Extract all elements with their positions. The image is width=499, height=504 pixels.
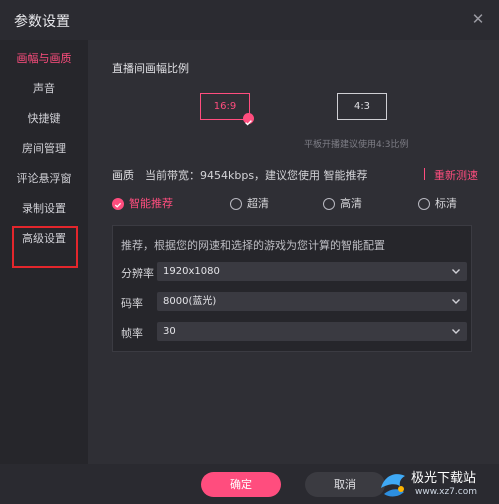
sidebar-item-advanced-settings[interactable]: 高级设置: [0, 224, 88, 254]
close-icon[interactable]: ✕: [469, 10, 487, 28]
watermark-name: 极光下载站: [411, 471, 477, 486]
chevron-down-icon: [452, 329, 460, 334]
ratio-4-3-option[interactable]: 4:3: [337, 93, 387, 120]
sidebar-item-comment-overlay[interactable]: 评论悬浮窗: [0, 164, 88, 194]
sidebar-item-shortcuts[interactable]: 快捷键: [0, 104, 88, 134]
ratio-16-9-option[interactable]: 16:9: [200, 93, 254, 126]
radio-checked-icon: [112, 198, 124, 210]
ratio-section-title: 直播间画幅比例: [112, 62, 189, 75]
ratio-label: 4:3: [353, 101, 371, 112]
confirm-button[interactable]: 确定: [201, 472, 281, 497]
framerate-label: 帧率: [121, 327, 143, 340]
resolution-select[interactable]: 1920x1080: [157, 262, 467, 281]
quality-label: 画质: [112, 169, 134, 182]
radio-label: 高清: [340, 197, 362, 210]
radio-label: 智能推荐: [129, 197, 173, 210]
window-title: 参数设置: [14, 14, 70, 30]
framerate-select[interactable]: 30: [157, 322, 467, 341]
footer: 确定 取消 极光下载站 www.xz7.com: [0, 464, 499, 504]
checkmark-icon: [243, 113, 254, 126]
resolution-label: 分辨率: [121, 267, 154, 280]
watermark-url: www.xz7.com: [415, 487, 477, 497]
sidebar-item-sound[interactable]: 声音: [0, 74, 88, 104]
site-watermark: 极光下载站 www.xz7.com: [375, 464, 499, 504]
select-value: 30: [163, 326, 176, 337]
select-value: 1920x1080: [163, 266, 220, 277]
retest-speed-link[interactable]: 重新测速: [434, 167, 478, 183]
bitrate-label: 码率: [121, 297, 143, 310]
sidebar-item-room-management[interactable]: 房间管理: [0, 134, 88, 164]
radio-unchecked-icon: [323, 198, 335, 210]
panel-description: 推荐，根据您的网速和选择的游戏为您计算的智能配置: [121, 239, 385, 252]
select-value: 8000(蓝光): [163, 296, 217, 307]
radio-unchecked-icon: [418, 198, 430, 210]
sidebar: 画幅与画质 声音 快捷键 房间管理 评论悬浮窗 录制设置 高级设置: [0, 40, 88, 464]
settings-content: 直播间画幅比例 16:9 4:3 平板开播建议使用4:3比例 画质 当前带宽：9…: [88, 40, 499, 464]
smart-config-panel: 推荐，根据您的网速和选择的游戏为您计算的智能配置 分辨率 1920x1080 码…: [112, 225, 472, 352]
sidebar-item-recording-settings[interactable]: 录制设置: [0, 194, 88, 224]
chevron-down-icon: [452, 269, 460, 274]
ratio-label: 16:9: [213, 101, 237, 112]
radio-label: 标清: [435, 197, 457, 210]
bitrate-select[interactable]: 8000(蓝光): [157, 292, 467, 311]
radio-unchecked-icon: [230, 198, 242, 210]
ratio-hint: 平板开播建议使用4:3比例: [304, 140, 409, 150]
quality-row: 画质 当前带宽：9454kbps，建议您使用 智能推荐 重新测速: [112, 167, 480, 183]
title-bar: 参数设置 ✕: [0, 0, 499, 40]
cancel-button[interactable]: 取消: [305, 472, 385, 497]
radio-label: 超清: [247, 197, 269, 210]
bandwidth-text: 当前带宽：9454kbps，建议您使用 智能推荐: [145, 169, 368, 182]
divider: [424, 168, 425, 180]
chevron-down-icon: [452, 299, 460, 304]
sidebar-item-display-quality[interactable]: 画幅与画质: [0, 44, 88, 74]
